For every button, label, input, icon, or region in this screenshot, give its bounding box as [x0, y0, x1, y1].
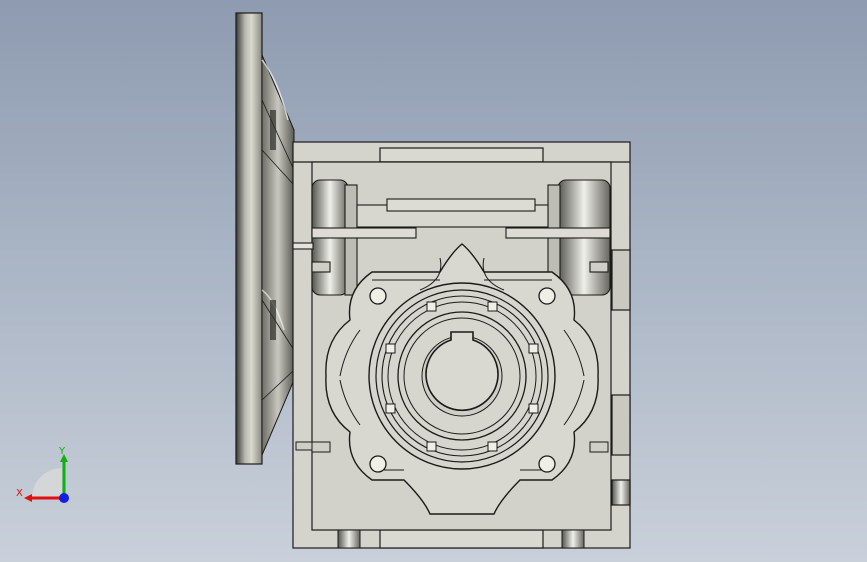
x-axis-arrow	[24, 494, 32, 502]
y-axis-label: Y	[58, 446, 66, 457]
x-axis-label: X	[16, 488, 23, 499]
orientation-triad: X Y	[16, 446, 69, 503]
z-axis-dot	[59, 493, 69, 503]
cad-viewport[interactable]	[0, 0, 867, 562]
motor-flange	[235, 12, 295, 465]
